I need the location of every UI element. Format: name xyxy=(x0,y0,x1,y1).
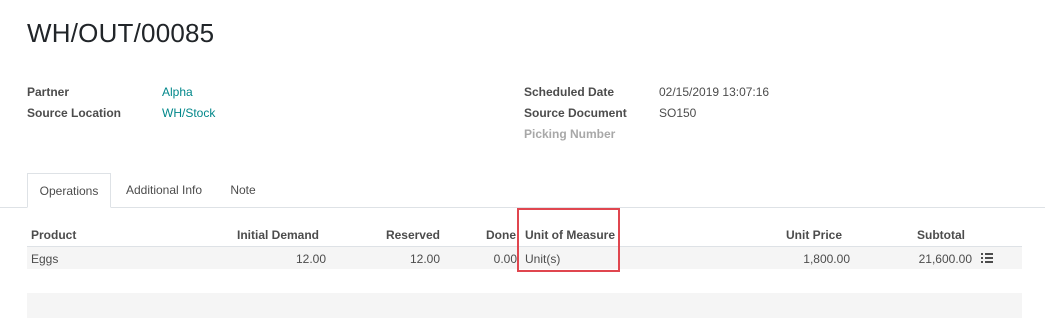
cell-subtotal[interactable]: 21,600.00 xyxy=(872,252,972,266)
cell-unit-price[interactable]: 1,800.00 xyxy=(750,252,850,266)
column-header-reserved[interactable]: Reserved xyxy=(360,228,440,242)
column-header-done[interactable]: Done xyxy=(460,228,516,242)
scheduled-date-label: Scheduled Date xyxy=(524,85,615,99)
source-location-value[interactable]: WH/Stock xyxy=(162,106,215,120)
cell-initial-demand[interactable]: 12.00 xyxy=(226,252,326,266)
column-header-unit-price[interactable]: Unit Price xyxy=(742,228,842,242)
tabs-divider xyxy=(0,207,1045,208)
cell-product[interactable]: Eggs xyxy=(31,252,58,266)
tab-additional-info[interactable]: Additional Info xyxy=(114,173,214,207)
cell-done[interactable]: 0.00 xyxy=(460,252,517,266)
partner-value[interactable]: Alpha xyxy=(162,85,193,99)
column-header-unit-of-measure[interactable]: Unit of Measure xyxy=(525,228,615,242)
column-header-subtotal[interactable]: Subtotal xyxy=(885,228,965,242)
cell-reserved[interactable]: 12.00 xyxy=(360,252,440,266)
column-header-initial-demand[interactable]: Initial Demand xyxy=(219,228,319,242)
tab-note[interactable]: Note xyxy=(217,173,269,207)
source-location-label: Source Location xyxy=(27,106,122,120)
page-title: WH/OUT/00085 xyxy=(27,18,215,48)
tab-operations[interactable]: Operations xyxy=(27,173,111,208)
source-document-label: Source Document xyxy=(524,106,627,120)
scheduled-date-value: 02/15/2019 13:07:16 xyxy=(659,85,770,99)
picking-number-label: Picking Number xyxy=(524,127,616,141)
table-footer xyxy=(27,293,1022,318)
column-header-product[interactable]: Product xyxy=(31,228,76,242)
source-document-value: SO150 xyxy=(659,106,697,120)
list-icon[interactable] xyxy=(981,253,993,263)
partner-label: Partner xyxy=(27,85,70,99)
cell-unit-of-measure[interactable]: Unit(s) xyxy=(525,252,560,266)
